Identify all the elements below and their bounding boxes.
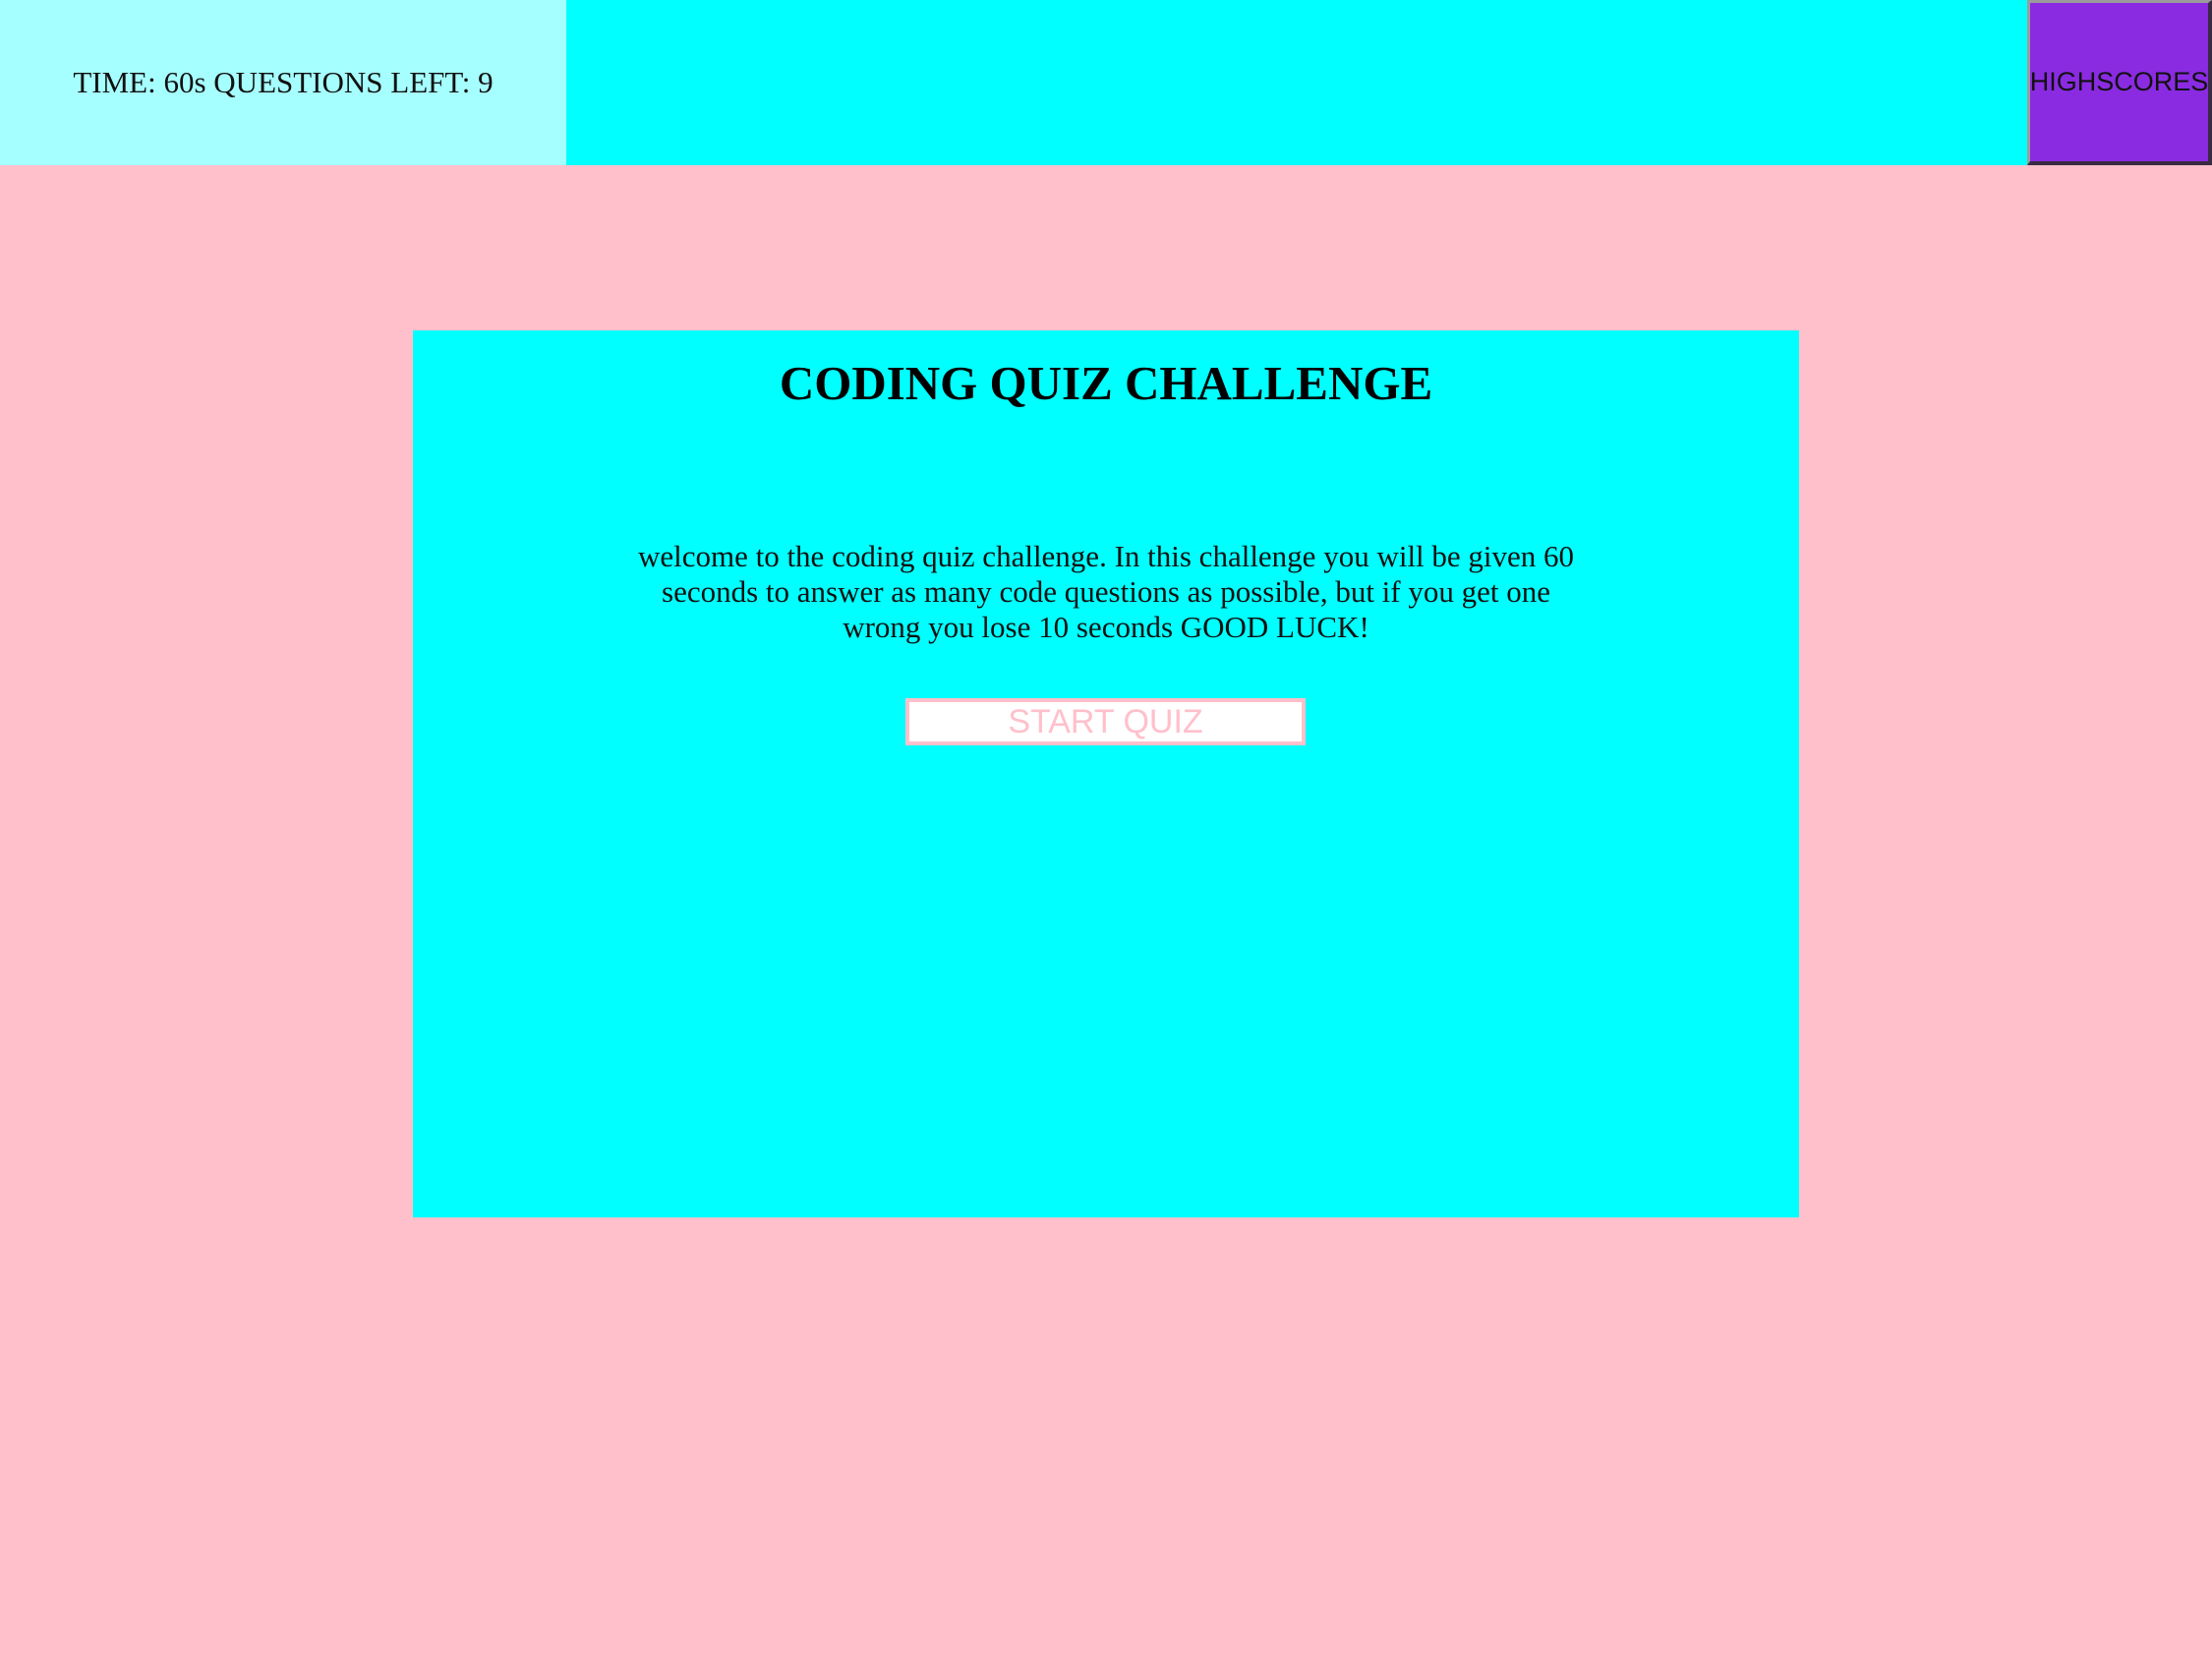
quiz-title: CODING QUIZ CHALLENGE xyxy=(779,356,1433,410)
timer-status-text: TIME: 60s QUESTIONS LEFT: 9 xyxy=(73,65,494,99)
quiz-card xyxy=(413,330,1799,1217)
timer-panel: TIME: 60s QUESTIONS LEFT: 9 xyxy=(0,0,566,165)
highscores-button[interactable]: HIGHSCORES xyxy=(2027,0,2212,165)
quiz-description: welcome to the coding quiz challenge. In… xyxy=(637,539,1575,644)
top-bar: TIME: 60s QUESTIONS LEFT: 9 HIGHSCORES xyxy=(0,0,2212,165)
start-quiz-button[interactable]: START QUIZ xyxy=(905,698,1306,745)
